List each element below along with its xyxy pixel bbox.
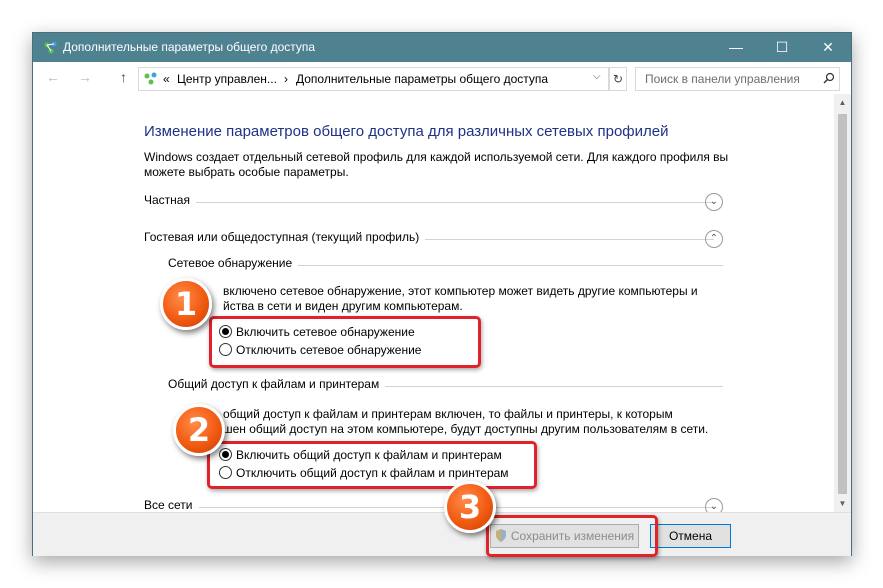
minimize-button[interactable]: — (713, 33, 759, 62)
file-sharing-heading: Общий доступ к файлам и принтерам (168, 377, 386, 391)
page-title: Изменение параметров общего доступа для … (144, 123, 669, 140)
network-discovery-heading: Сетевое обнаружение (168, 256, 299, 270)
forward-arrow-icon[interactable]: → (78, 69, 92, 85)
highlight-box-save-button (486, 515, 658, 557)
breadcrumb[interactable]: « Центр управлен... › Дополнительные пар… (138, 67, 609, 91)
close-button[interactable]: ✕ (805, 33, 851, 62)
scroll-up-arrow-icon[interactable]: ▲ (834, 94, 851, 111)
chevron-down-icon[interactable]: ⌄ (705, 193, 723, 211)
step-badge-1: 1 (160, 278, 212, 330)
highlight-box-file-sharing-options (207, 441, 537, 489)
network-discovery-text-line2: йства в сети и виден другим компьютерам. (223, 299, 463, 313)
refresh-button[interactable]: ↻ (609, 67, 627, 91)
scroll-down-arrow-icon[interactable]: ▼ (834, 495, 851, 512)
address-bar: ← → ↑ « Центр управлен... › Дополнительн… (33, 62, 851, 94)
search-icon[interactable] (823, 72, 835, 84)
breadcrumb-overflow[interactable]: « (163, 72, 170, 86)
network-icon (144, 72, 157, 85)
cancel-button[interactable]: Отмена (650, 524, 731, 548)
divider (144, 202, 714, 203)
profile-private-label[interactable]: Частная (144, 193, 196, 207)
profile-guest-label[interactable]: Гостевая или общедоступная (текущий проф… (144, 230, 426, 244)
vertical-scrollbar[interactable]: ▲ ▼ (834, 94, 851, 512)
highlight-box-discovery-options (209, 316, 481, 368)
search-placeholder: Поиск в панели управления (645, 72, 800, 86)
scrollbar-thumb[interactable] (838, 114, 847, 494)
step-badge-2: 2 (173, 404, 225, 456)
up-arrow-icon[interactable]: ↑ (120, 69, 127, 85)
divider (144, 507, 714, 508)
dialog-footer: Сохранить изменения Отмена (33, 512, 851, 556)
breadcrumb-item-current[interactable]: Дополнительные параметры общего доступа (296, 72, 548, 86)
chevron-up-icon[interactable]: ⌃ (705, 230, 723, 248)
breadcrumb-item-control-center[interactable]: Центр управлен... (177, 72, 277, 86)
title-bar[interactable]: Дополнительные параметры общего доступа … (33, 33, 851, 62)
window-title: Дополнительные параметры общего доступа (63, 40, 316, 54)
page-description: Windows создает отдельный сетевой профил… (144, 150, 729, 179)
network-discovery-text-line1: включено сетевое обнаружение, этот компь… (223, 284, 698, 298)
step-badge-3: 3 (444, 481, 496, 533)
profile-all-networks-label[interactable]: Все сети (144, 498, 199, 512)
file-sharing-text-line2: шен общий доступ на этом компьютере, буд… (223, 422, 709, 436)
maximize-button[interactable]: ☐ (759, 33, 805, 62)
back-arrow-icon[interactable]: ← (46, 69, 60, 85)
chevron-down-icon[interactable]: ⌵ (593, 71, 601, 82)
breadcrumb-separator: › (284, 72, 288, 86)
search-input[interactable]: Поиск в панели управления (635, 67, 840, 91)
network-icon (44, 41, 57, 54)
file-sharing-text-line1: общий доступ к файлам и принтерам включе… (223, 407, 673, 421)
